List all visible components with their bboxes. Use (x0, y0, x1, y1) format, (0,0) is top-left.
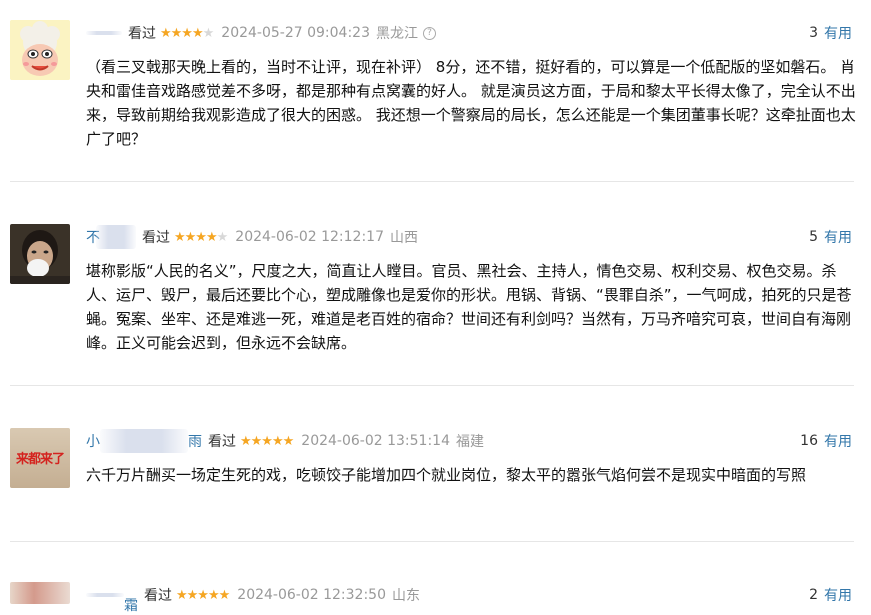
username-link[interactable]: 不 (86, 225, 136, 249)
blurred-username (86, 31, 122, 35)
avatar[interactable]: 来都来了 (10, 428, 70, 488)
rating-stars: ★★★★★ (160, 25, 214, 41)
review-meta: 不 看过 ★★★★★ 2024-06-02 12:12:17 山西 (86, 225, 418, 249)
review-time: 2024-06-02 12:12:17 (235, 229, 384, 245)
useful-button[interactable]: 有用 (824, 23, 852, 43)
divider (10, 541, 854, 542)
vote-area: 5 有用 (809, 226, 852, 248)
rating-stars: ★★★★★ (174, 229, 228, 245)
avatar-caption: 来都来了 (15, 452, 65, 467)
blurred-username (96, 225, 136, 249)
info-icon[interactable]: ? (422, 26, 436, 40)
review-meta: 看过 ★★★★★ 2024-05-27 09:04:23 黑龙江 ? (86, 22, 436, 44)
review-location: 山东 (391, 588, 420, 604)
blurred-username (100, 429, 188, 453)
review-meta: 小 雨 看过 ★★★★★ 2024-06-02 13:51:14 福建 (86, 429, 484, 453)
vote-area: 2 有用 (809, 584, 852, 606)
review-time: 2024-05-27 09:04:23 (221, 25, 370, 41)
avatar[interactable] (10, 20, 70, 80)
review-location: 山西 (389, 230, 418, 246)
useful-button[interactable]: 有用 (824, 431, 852, 451)
watched-label: 看过 (144, 588, 172, 604)
review-location: 黑龙江 (375, 26, 418, 42)
review-time: 2024-06-02 13:51:14 (301, 433, 450, 449)
vote-count: 3 (809, 25, 818, 41)
vote-area: 16 有用 (800, 430, 852, 452)
rating-stars: ★★★★★ (240, 433, 294, 449)
vote-count: 2 (809, 587, 818, 603)
review-content: 六千万片酬买一场定生死的戏，吃顿饺子能增加四个就业岗位，黎太平的嚣张气焰何尝不是… (86, 466, 807, 484)
username-link[interactable]: 小 雨 (86, 429, 202, 453)
watched-label: 看过 (128, 26, 156, 42)
useful-button[interactable]: 有用 (824, 227, 852, 247)
rating-stars: ★★★★★ (176, 587, 230, 603)
review-content: （看三叉戟那天晚上看的，当时不让评，现在补评） 8分，还不错，挺好看的，可以算是… (86, 58, 856, 148)
vote-count: 16 (800, 433, 818, 449)
person-avatar-image (10, 224, 70, 284)
avatar[interactable] (10, 224, 70, 284)
vote-count: 5 (809, 229, 818, 245)
review-meta: 霜 看过 ★★★★★ 2024-06-02 12:32:50 山东 (86, 584, 420, 614)
avatar[interactable] (10, 582, 70, 604)
watched-label: 看过 (208, 434, 236, 450)
divider (10, 385, 854, 386)
divider (10, 181, 854, 182)
sheep-avatar-image (10, 20, 70, 80)
blurred-username (86, 593, 124, 597)
vote-area: 3 有用 (809, 22, 852, 44)
review-content: 堪称影版“人民的名义”，尺度之大，简直让人瞠目。官员、黑社会、主持人，情色交易、… (86, 262, 852, 352)
useful-button[interactable]: 有用 (824, 585, 852, 605)
review-time: 2024-06-02 12:32:50 (237, 587, 386, 603)
watched-label: 看过 (142, 230, 170, 246)
review-location: 福建 (455, 434, 484, 450)
